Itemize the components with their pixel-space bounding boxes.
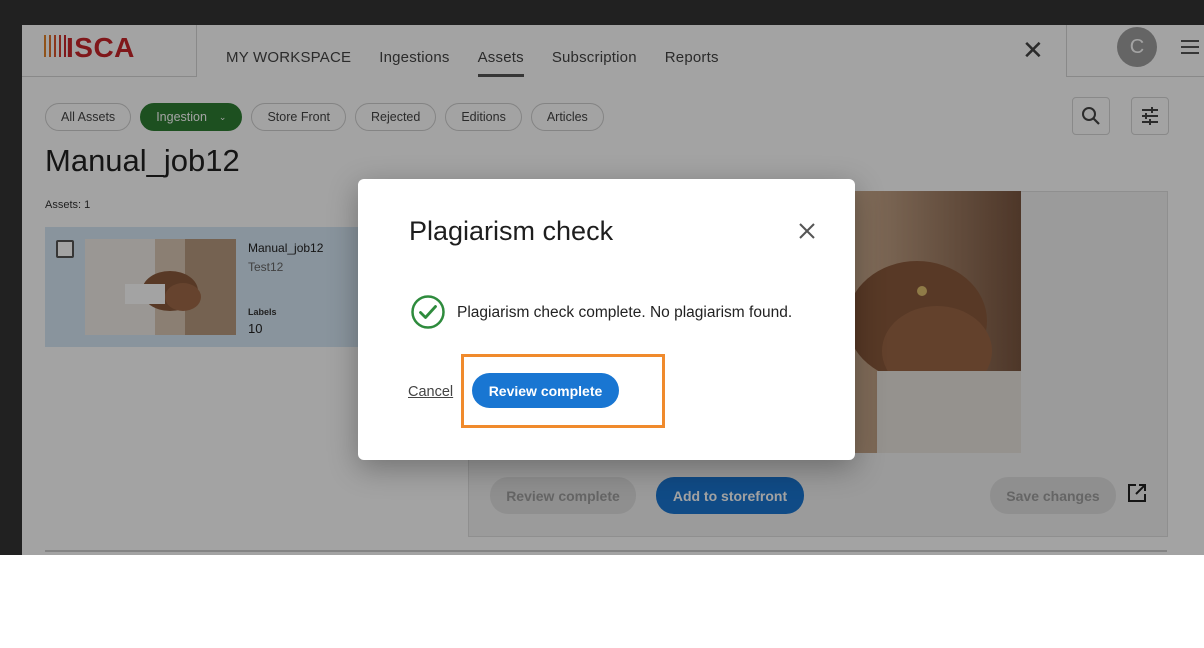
dialog-message: Plagiarism check complete. No plagiarism… xyxy=(457,304,793,321)
dialog-title: Plagiarism check xyxy=(409,216,614,246)
highlight-box xyxy=(461,354,665,428)
cancel-button[interactable]: Cancel xyxy=(408,384,453,400)
checkmark-circle-icon xyxy=(410,294,446,330)
screen: ISCA MY WORKSPACE Ingestions Assets Subs… xyxy=(0,0,1204,555)
close-icon[interactable] xyxy=(797,221,817,241)
